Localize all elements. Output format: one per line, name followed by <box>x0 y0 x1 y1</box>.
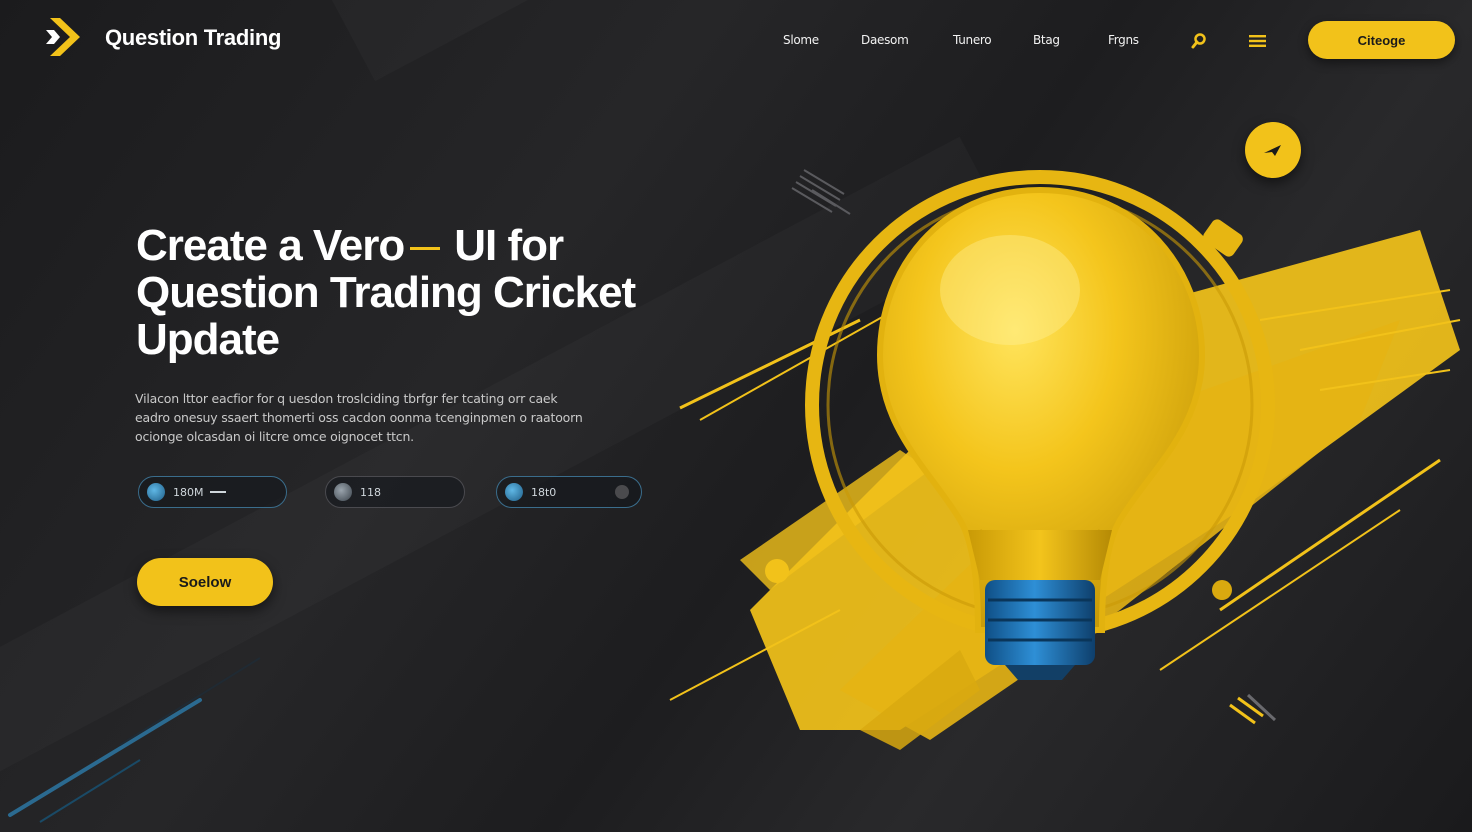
globe-icon <box>505 483 523 501</box>
hero-title-part1: Create a Vero <box>136 221 405 270</box>
landing-page: Question Trading Slome Daesom Tunero Bta… <box>0 0 1472 832</box>
chevron-logo-icon[interactable] <box>44 16 84 58</box>
top-navigation-bar: Question Trading Slome Daesom Tunero Bta… <box>0 0 1472 84</box>
decorative-streak <box>8 657 261 823</box>
stat-pill-2[interactable]: 118 <box>325 476 465 508</box>
search-icon[interactable] <box>1190 32 1208 50</box>
nav-item-slome[interactable]: Slome <box>783 33 819 47</box>
cricket-ball-icon <box>147 483 165 501</box>
lightbulb-illustration <box>669 169 1461 750</box>
nav-item-daesom[interactable]: Daesom <box>861 33 909 47</box>
stat-value: 118 <box>360 485 381 499</box>
send-arrow-icon <box>1264 145 1281 156</box>
title-dash-accent <box>410 246 441 250</box>
nav-item-tunero[interactable]: Tunero <box>953 33 992 47</box>
brand-name[interactable]: Question Trading <box>105 25 281 51</box>
stat-value: 180M <box>173 485 204 499</box>
hatch-marks <box>791 169 851 215</box>
stat-value: 18t0 <box>531 485 557 499</box>
hero-title-line2: Question Trading Cricket <box>136 268 636 317</box>
hero-title-part2: UI for <box>454 221 564 270</box>
hero-description: Vilacon lttor eacfior for q uesdon trosl… <box>135 391 583 444</box>
stat-underline <box>209 491 226 493</box>
cricket-ball-icon <box>334 483 352 501</box>
floating-action-button[interactable] <box>1245 122 1301 178</box>
hero-title-line3: Update <box>136 315 280 364</box>
nav-item-frgns[interactable]: Frgns <box>1108 33 1139 47</box>
stat-pill-1[interactable]: 180M <box>138 476 287 508</box>
hamburger-menu-icon[interactable] <box>1249 34 1267 48</box>
hatch-marks <box>1229 696 1264 725</box>
bulb-base <box>985 580 1095 665</box>
nav-item-btag[interactable]: Btag <box>1033 33 1060 47</box>
ring-dot <box>765 559 789 583</box>
header-cta-button[interactable]: Citeoge <box>1308 21 1455 59</box>
hero-primary-button[interactable]: Soelow <box>137 558 273 606</box>
